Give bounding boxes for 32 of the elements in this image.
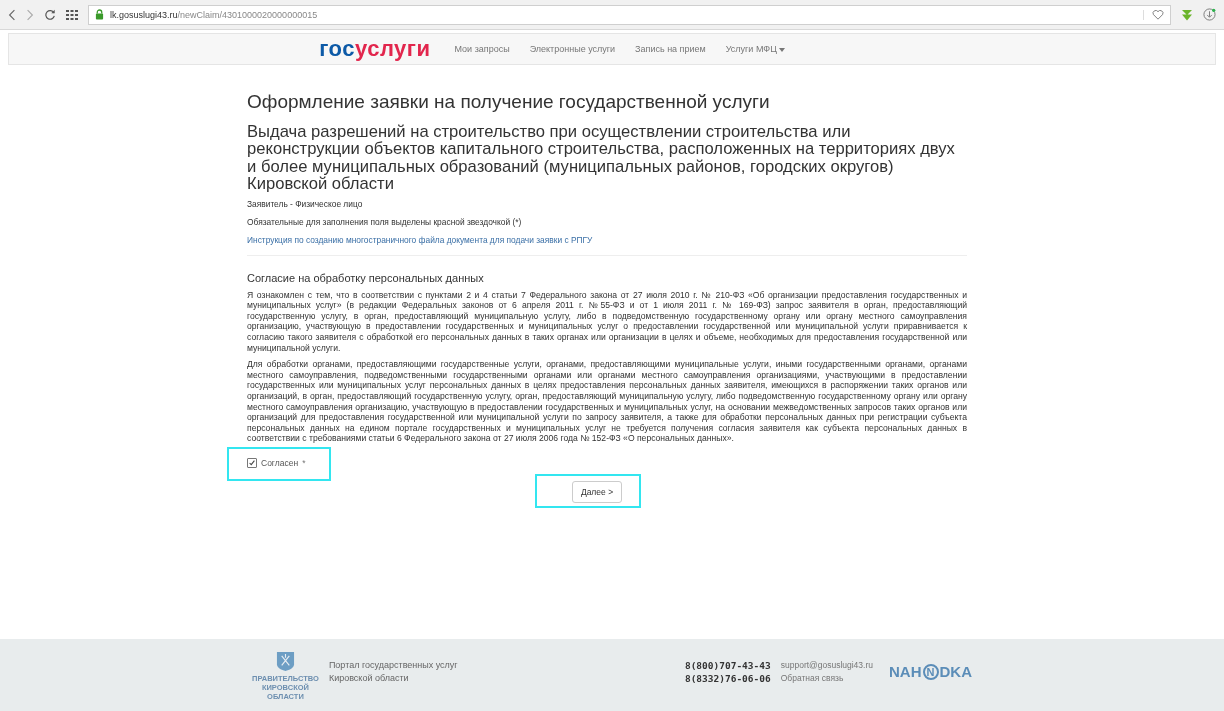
forward-icon[interactable] (26, 8, 34, 21)
required-note: Обязательные для заполнения поля выделены красной звездочкой (*) (247, 216, 523, 227)
agree-checkbox[interactable]: Согласен * (247, 458, 306, 468)
emblem-icon (275, 651, 295, 672)
consent-paragraph: Я ознакомлен с тем, что в соответствии с пунктами 2 и 4 статьи 7 Федерального закона от 27 июля 2010 г. № 210-ФЗ «Об организации предоставления государственных и муниципальных услуг» (в редакции Федеральных законов от 6 апреля 2011 г. №55-ФЗ и от 1 июля 2011 г. № 169-ФЗ) запрос заявителя в орган, предоставляющий государственную услугу, в орган, предоставляющий муниципальную услугу, либо в подведомственную государственному органу или органу местного самоуправления организацию, участвующую в предоставлении государственных и муниципальных услуг о предоставлении государственной или муниципальной услуги приравнивается к согласию такого заявителя с обработкой его персональных данных в таких органах или организации в целях и объеме, необходимых для предоставления государственной или муниципальной услуги. (247, 289, 967, 354)
nav-link[interactable]: Мои запросы (454, 44, 510, 54)
reload-icon[interactable] (44, 8, 56, 21)
phone-number: 8(800)707-43-43 (684, 659, 771, 672)
download-icon[interactable] (1203, 8, 1216, 21)
nav-link[interactable]: Электронные услуги (529, 44, 616, 54)
phone-number: 8(8332)76-06-06 (684, 672, 771, 685)
heart-icon[interactable] (1143, 9, 1164, 20)
partner-logo[interactable]: NAH N DKA (889, 651, 972, 680)
service-title: Выдача разрешений на строительство при осуществлении строительства или реконструкции объектов капитального строительства, расположенных на территориях двух и более муниципальных образований (муниципальных районов, городских округов) Кировской области (247, 123, 956, 193)
address-bar[interactable]: lk.gosuslugi43.ru/newClaim/4301000020000000015 (88, 4, 1171, 25)
page-title: Оформление заявки на получение государственной услуги (247, 91, 771, 113)
nav-link[interactable]: Запись на прием (635, 44, 706, 54)
lock-icon (95, 9, 104, 20)
logo[interactable]: госуслуги (319, 38, 431, 60)
download-arrow-icon[interactable] (1181, 8, 1193, 21)
back-icon[interactable] (8, 8, 16, 21)
section-heading: Согласие на обработку персональных данных (247, 271, 485, 284)
portal-name: Портал государственных услуг Кировской области (328, 659, 458, 685)
applicant-type: Заявитель - Физическое лицо (247, 198, 364, 209)
next-button[interactable]: Далее > (571, 481, 623, 503)
nav-link[interactable]: Услуги МФЦ (725, 44, 785, 54)
instruction-link[interactable]: Инструкция по созданию многостраничного файла документа для подачи заявки с РПГУ (247, 234, 967, 245)
email-link[interactable]: support@gosuslugi43.ru (780, 659, 873, 672)
feedback-link[interactable]: Обратная связь (780, 672, 873, 685)
check-icon (248, 459, 256, 467)
consent-paragraph: Для обработки органами, предоставляющими государственные услуги, органами, предоставляющими муниципальные услуги, иными государственными органами, органами местного самоуправления, подведомственными государственными органами или органами местного самоуправления организациями, участвующими в предоставлении государственных или муниципальных услуг персональных данных в целях предоставления персональных данных заявителя, имеющихся в распоряжении таких органов или организаций, в орган, предоставляющий государственную услугу, орган, предоставляющий муниципальную услугу, либо подведомственную государственному органу или органу местного самоуправления организацию, участвующую в предоставлении государственных и муниципальных услуг, на основании межведомственных запросов таких органов или организаций для предоставления государственной или муниципальной услуги по запросу заявителя, а также для обработки персональных данных при регистрации субъекта персональных данных на едином портале государственных и муниципальных услуг не требуется получения согласия заявителя как субъекта персональных данных в соответствии с требованиями статьи 6 Федерального закона от 27 июля 2006 года № 152-ФЗ «О персональных данных». (247, 359, 967, 444)
grid-icon[interactable] (66, 9, 78, 20)
